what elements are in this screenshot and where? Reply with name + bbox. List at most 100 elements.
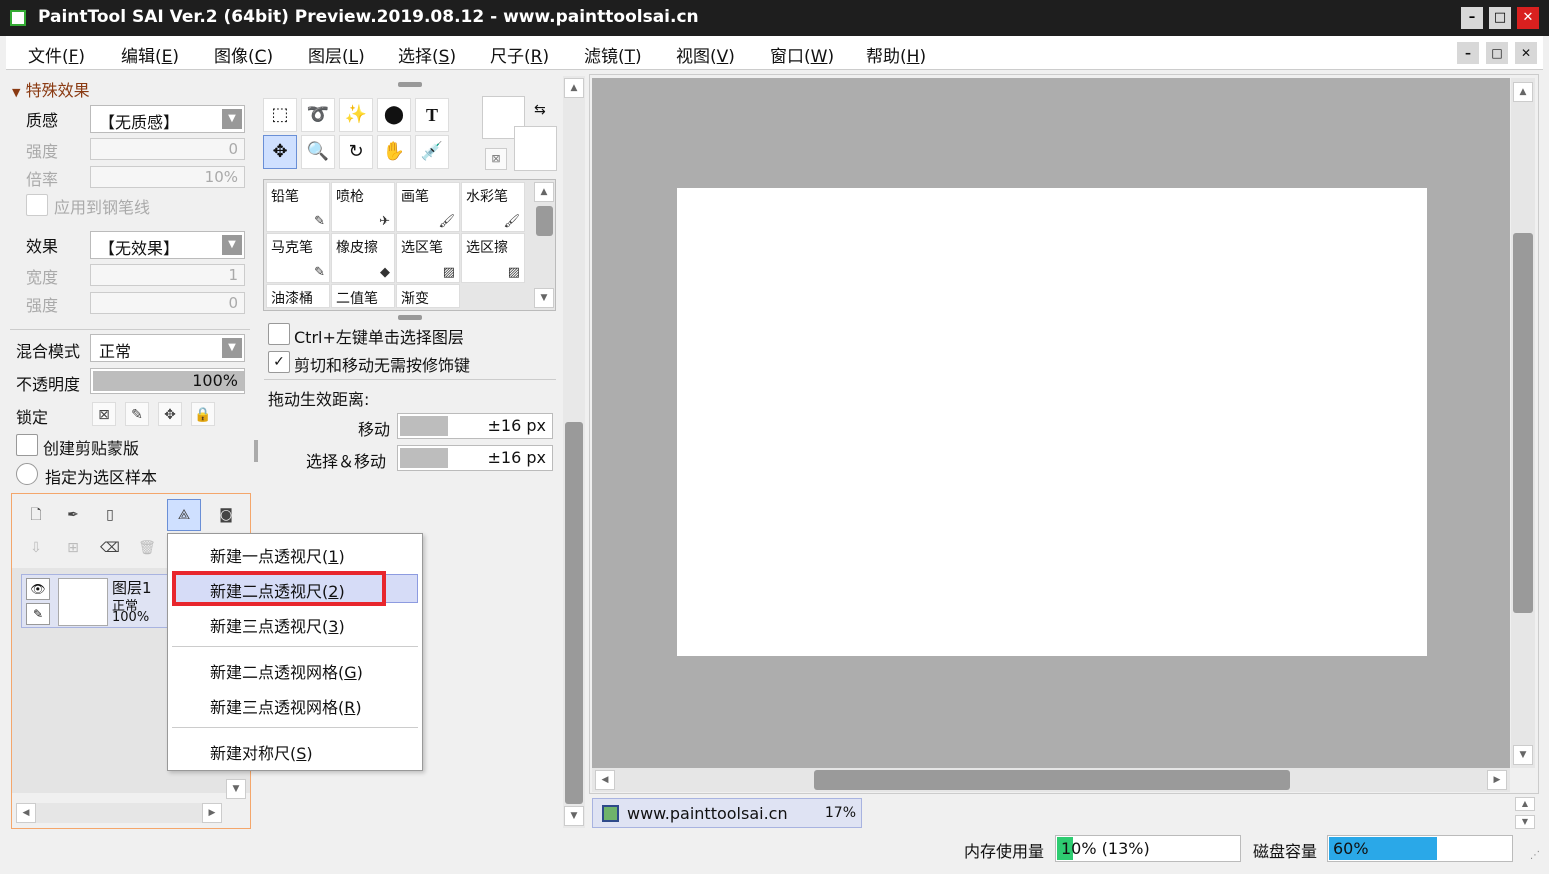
lasso-tool[interactable]: ➰ [301, 98, 335, 132]
texture-select[interactable]: 【无质感】 ▼ [90, 105, 245, 133]
move-distance-slider[interactable]: ±16 px [397, 413, 553, 439]
brush-bucket[interactable]: 油漆桶 [266, 284, 330, 308]
brush-scroll-thumb[interactable] [536, 206, 553, 236]
scroll-thumb[interactable] [565, 422, 583, 804]
canvas-scroll-right-button[interactable]: ▶ [1487, 770, 1507, 790]
brush-eraser[interactable]: 橡皮擦 ◆ [331, 233, 395, 283]
menu-layer[interactable]: 图层(L) [308, 42, 365, 67]
layer-scroll-down-button[interactable]: ▼ [226, 779, 246, 799]
move-tool[interactable]: ✥ [263, 135, 297, 169]
menu-item-two-point-ruler[interactable]: 新建二点透视尺(2) [210, 578, 345, 602]
magic-wand-tool[interactable]: ✨ [339, 98, 373, 132]
tool-panel-scrollbar[interactable]: ▲ ▼ [563, 76, 585, 828]
brush-watercolor[interactable]: 水彩笔 🖌 [461, 182, 525, 232]
transparent-color-icon[interactable]: ⊠ [485, 148, 507, 170]
tabs-scroll-up-button[interactable]: ▲ [1515, 797, 1535, 811]
background-color-swatch[interactable] [514, 126, 557, 171]
brush-scroll-down-button[interactable]: ▼ [534, 288, 554, 308]
layer-hscroll[interactable] [16, 803, 222, 823]
lock-move-icon[interactable]: ✥ [158, 402, 182, 426]
menu-item-symmetry-ruler[interactable]: 新建对称尺(S) [210, 740, 313, 764]
menu-filter[interactable]: 滤镜(T) [584, 42, 642, 67]
brush-select-eraser[interactable]: 选区擦 ▨ [461, 233, 525, 283]
menu-select[interactable]: 选择(S) [398, 42, 456, 67]
menu-item-two-point-grid[interactable]: 新建二点透视网格(G) [210, 659, 363, 683]
menu-edit[interactable]: 编辑(E) [121, 42, 179, 67]
scroll-up-button[interactable]: ▲ [564, 78, 584, 98]
effect-select[interactable]: 【无效果】 ▼ [90, 231, 245, 259]
eyedropper-tool[interactable]: 💉 [415, 135, 449, 169]
mdi-restore-button[interactable]: □ [1486, 42, 1508, 64]
menu-window[interactable]: 窗口(W) [770, 42, 834, 67]
panel-grip[interactable] [398, 315, 422, 320]
visibility-eye-icon[interactable]: 👁 [26, 578, 50, 600]
selection-source-radio[interactable] [16, 463, 38, 485]
opacity-slider[interactable]: 100% [90, 368, 245, 394]
canvas-vscroll-thumb[interactable] [1513, 233, 1533, 613]
canvas-hscroll-thumb[interactable] [814, 770, 1290, 790]
new-ruler-icon[interactable]: ⟁ [167, 499, 201, 531]
canvas-hscroll[interactable]: ◀ ▶ [592, 768, 1510, 792]
canvas-scroll-left-button[interactable]: ◀ [595, 770, 615, 790]
menu-help[interactable]: 帮助(H) [866, 42, 926, 67]
effects-header[interactable]: ▼ 特殊效果 [12, 77, 90, 101]
canvas-paper[interactable] [677, 188, 1427, 656]
swap-colors-icon[interactable]: ⇆ [534, 102, 546, 118]
trash-icon[interactable]: 🗑 [135, 536, 159, 560]
pencil-icon[interactable]: ✎ [26, 603, 50, 625]
canvas-scroll-down-button[interactable]: ▼ [1513, 745, 1533, 765]
new-layer-icon[interactable]: 🗋 [24, 503, 48, 527]
apply-pen-checkbox[interactable] [26, 194, 48, 216]
rotate-tool[interactable]: ↻ [339, 135, 373, 169]
intensity2-field[interactable]: 0 [90, 292, 245, 314]
menu-image[interactable]: 图像(C) [214, 42, 273, 67]
text-tool[interactable]: T [415, 98, 449, 132]
tabs-scroll-down-button[interactable]: ▼ [1515, 815, 1535, 829]
document-tab[interactable]: www.painttoolsai.cn 17% [592, 798, 862, 828]
maximize-button[interactable]: □ [1489, 7, 1511, 29]
transfer-down-icon[interactable]: ⇩ [24, 536, 48, 560]
lock-transparency-icon[interactable]: ⊠ [92, 402, 116, 426]
layer-mask-icon[interactable]: ◙ [214, 503, 238, 527]
clear-layer-icon[interactable]: ⌫ [98, 536, 122, 560]
new-pen-layer-icon[interactable]: ✒ [61, 503, 85, 527]
lock-paint-icon[interactable]: ✎ [125, 402, 149, 426]
canvas-vscroll[interactable]: ▲ ▼ [1511, 78, 1535, 768]
panel-grip[interactable] [398, 82, 422, 87]
brush-binary[interactable]: 二值笔 [331, 284, 395, 308]
select-move-distance-slider[interactable]: ±16 px [397, 445, 553, 471]
menu-file[interactable]: 文件(F) [28, 42, 85, 67]
menu-item-one-point-ruler[interactable]: 新建一点透视尺(1) [210, 543, 345, 567]
lock-all-icon[interactable]: 🔒 [191, 402, 215, 426]
zoom-tool[interactable]: 🔍 [301, 135, 335, 169]
resize-grip-icon[interactable]: ⋰ [1530, 850, 1540, 861]
mdi-close-button[interactable]: ✕ [1515, 42, 1537, 64]
merge-down-icon[interactable]: ⊞ [61, 536, 85, 560]
brush-pencil[interactable]: 铅笔 ✎ [266, 182, 330, 232]
close-button[interactable]: ✕ [1517, 7, 1539, 29]
rect-select-tool[interactable]: ⬚ [263, 98, 297, 132]
shape-tool[interactable]: ⬤ [377, 98, 411, 132]
scroll-down-button[interactable]: ▼ [564, 806, 584, 826]
brush-brush[interactable]: 画笔 🖌 [396, 182, 460, 232]
menu-item-three-point-grid[interactable]: 新建三点透视网格(R) [210, 694, 362, 718]
brush-scroll-up-button[interactable]: ▲ [534, 182, 554, 202]
layer-scroll-right-button[interactable]: ▶ [202, 803, 222, 823]
clip-mask-checkbox[interactable] [16, 434, 38, 456]
width-field[interactable]: 1 [90, 264, 245, 286]
hand-tool[interactable]: ✋ [377, 135, 411, 169]
panel-splitter[interactable] [254, 440, 258, 462]
brush-marker[interactable]: 马克笔 ✎ [266, 233, 330, 283]
scale-field[interactable]: 10% [90, 166, 245, 188]
minimize-button[interactable]: – [1461, 7, 1483, 29]
menu-ruler[interactable]: 尺子(R) [490, 42, 549, 67]
mdi-minimize-button[interactable]: – [1457, 42, 1479, 64]
new-folder-icon[interactable]: ▯ [98, 503, 122, 527]
brush-select-pen[interactable]: 选区笔 ▨ [396, 233, 460, 283]
ctrl-select-checkbox[interactable] [268, 323, 290, 345]
brush-gradient[interactable]: 渐变 [396, 284, 460, 308]
intensity-field[interactable]: 0 [90, 138, 245, 160]
menu-item-three-point-ruler[interactable]: 新建三点透视尺(3) [210, 613, 345, 637]
cut-move-checkbox[interactable]: ✓ [268, 351, 290, 373]
canvas-scroll-up-button[interactable]: ▲ [1513, 82, 1533, 102]
